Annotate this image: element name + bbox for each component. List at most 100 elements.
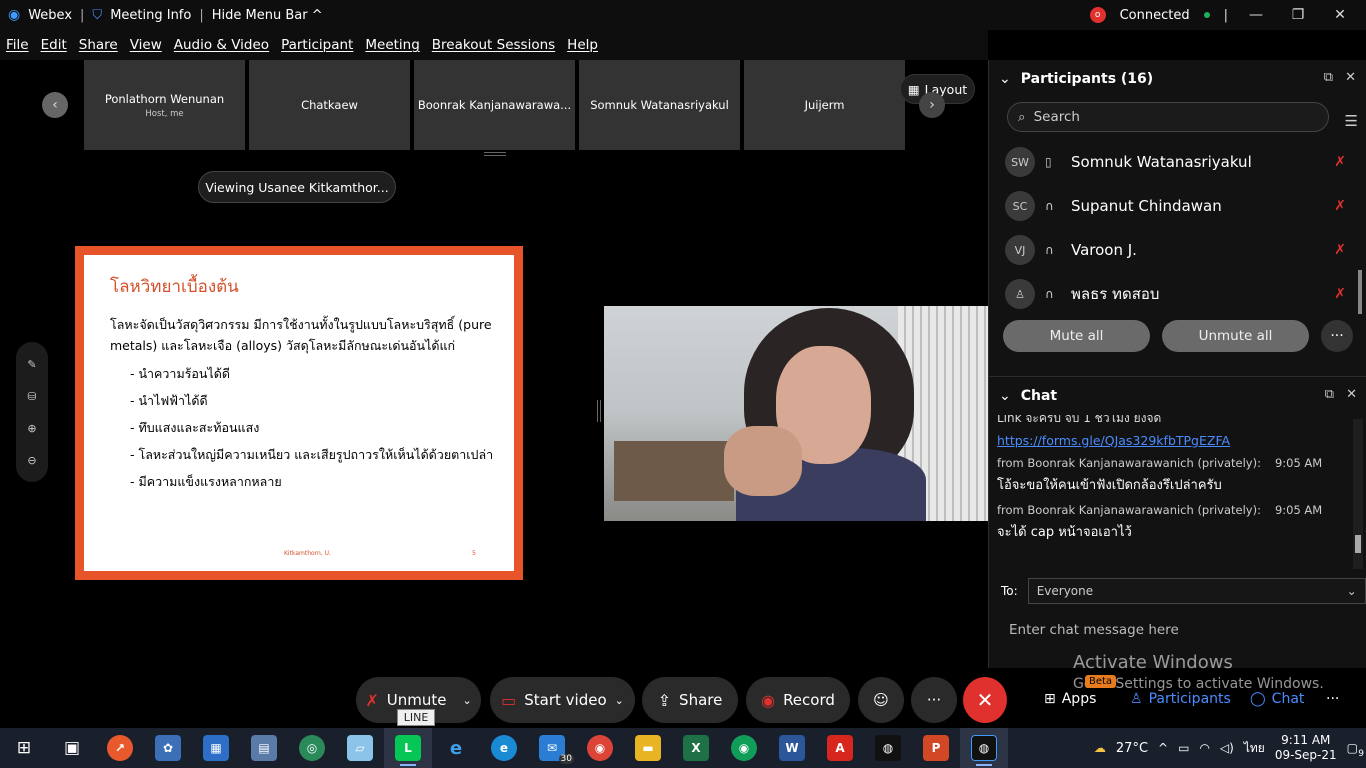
excel-icon[interactable]: X <box>672 728 720 768</box>
start-icon[interactable]: ⊞ <box>0 728 48 768</box>
battery-icon[interactable]: ▭ <box>1178 741 1189 755</box>
slide-bullets: - นำความร้อนได้ดี - นำไฟฟ้าได้ดี - ทึบแส… <box>130 360 498 495</box>
hide-menu-bar-button[interactable]: Hide Menu Bar ^ <box>212 8 323 23</box>
line-icon[interactable]: L <box>384 728 432 768</box>
powerpoint-icon[interactable]: P <box>912 728 960 768</box>
slide-bullet: - นำไฟฟ้าได้ดี <box>130 393 208 408</box>
chat-message: จะได้ cap หน้าจอเอาไว้ <box>997 525 1132 540</box>
meeting-info-button[interactable]: Meeting Info <box>110 8 191 23</box>
menu-view[interactable]: View <box>130 37 162 53</box>
calculator-icon[interactable]: ▤ <box>240 728 288 768</box>
task-view-icon[interactable]: ▣ <box>48 728 96 768</box>
sort-icon[interactable]: ☰ <box>1345 112 1358 130</box>
mic-muted-icon[interactable]: ✗ <box>1334 154 1346 170</box>
participant-thumbnail[interactable]: Chatkaew <box>249 60 410 150</box>
minimize-icon[interactable]: — <box>1242 7 1270 23</box>
menu-audio-video[interactable]: Audio & Video <box>174 37 269 53</box>
record-button[interactable]: ◉ Record <box>746 677 850 723</box>
collapse-icon[interactable]: ⌄ <box>999 71 1011 87</box>
recipient-select[interactable]: Everyone ⌄ <box>1027 578 1366 604</box>
notification-icon[interactable]: ▢ 9 <box>1347 741 1364 759</box>
close-icon[interactable]: ✕ <box>1346 387 1357 402</box>
chevron-down-icon[interactable]: ⌄ <box>615 694 624 707</box>
apps-button[interactable]: ⊞ Apps <box>1044 683 1096 715</box>
word-icon[interactable]: W <box>768 728 816 768</box>
menu-breakout-sessions[interactable]: Breakout Sessions <box>432 37 555 53</box>
chat-scrollbar[interactable] <box>1353 419 1363 569</box>
collapse-icon[interactable]: ⌄ <box>999 388 1011 404</box>
menu-help[interactable]: Help <box>567 37 598 53</box>
reactions-button[interactable]: ☺ <box>858 677 904 723</box>
list-item[interactable]: SW ▯ Somnuk Watanasriyakul ✗ <box>989 140 1366 184</box>
more-icon[interactable]: ··· <box>1321 320 1353 352</box>
thumbnail-next-button[interactable]: › <box>919 92 945 118</box>
chevron-down-icon[interactable]: ⌄ <box>462 694 471 707</box>
popout-icon[interactable]: ⧉ <box>1324 70 1333 85</box>
leave-meeting-button[interactable]: ✕ <box>963 677 1007 723</box>
internet-explorer-icon[interactable]: e <box>432 728 480 768</box>
share-button[interactable]: ⇪ Share <box>642 677 738 723</box>
chat-link[interactable]: https://forms.gle/QJas329kfbTPgEZFA <box>997 433 1352 448</box>
more-icon[interactable]: ··· <box>1326 683 1339 715</box>
notes-icon[interactable]: ▱ <box>336 728 384 768</box>
list-item[interactable]: ♙ ∩ พลธร ทดสอบ ✗ <box>989 272 1366 316</box>
resize-grip[interactable] <box>484 152 506 156</box>
clock[interactable]: 9:11 AM 09-Sep-21 <box>1275 733 1337 763</box>
mic-muted-icon[interactable]: ✗ <box>1334 198 1346 214</box>
viewing-pill[interactable]: Viewing Usanee Kitkamthor... <box>198 171 396 203</box>
acrobat-icon[interactable]: A <box>816 728 864 768</box>
unmute-all-button[interactable]: Unmute all <box>1162 320 1309 352</box>
participant-thumbnail[interactable]: Boonrak Kanjanawarawa... <box>414 60 575 150</box>
popout-icon[interactable]: ⧉ <box>1325 387 1334 402</box>
chat-recipient-row: To: Everyone ⌄ <box>1001 578 1366 604</box>
menu-meeting[interactable]: Meeting <box>365 37 419 53</box>
mic-muted-icon[interactable]: ✗ <box>1334 286 1346 302</box>
chat-button[interactable]: ◯ Chat <box>1250 683 1304 715</box>
zoom-out-icon[interactable]: ⊖ <box>27 454 36 467</box>
app-icon-1[interactable]: ↗ <box>96 728 144 768</box>
mail-icon[interactable]: ✉ 30 <box>528 728 576 768</box>
menu-participant[interactable]: Participant <box>281 37 353 53</box>
mic-muted-icon: ✗ <box>365 690 379 710</box>
annotate-pen-icon[interactable]: ✎ <box>27 358 36 371</box>
thumbnail-prev-button[interactable]: ‹ <box>42 92 68 118</box>
weather-icon[interactable]: ☁ <box>1094 741 1106 755</box>
more-options-button[interactable]: ··· <box>911 677 957 723</box>
close-icon[interactable]: ✕ <box>1326 7 1354 23</box>
participants-button[interactable]: ♙ Participants <box>1130 683 1231 715</box>
chrome-icon[interactable]: ◉ <box>720 728 768 768</box>
restore-icon[interactable]: ❐ <box>1284 7 1312 23</box>
webex-meeting-icon[interactable]: ◍ <box>960 728 1008 768</box>
participants-scrollbar[interactable] <box>1358 270 1362 314</box>
start-video-button[interactable]: ▭ Start video ⌄ <box>490 677 635 723</box>
mic-muted-icon[interactable]: ✗ <box>1334 242 1346 258</box>
menu-edit[interactable]: Edit <box>41 37 67 53</box>
participant-thumbnail[interactable]: Juijerm <box>744 60 905 150</box>
folder-icon[interactable]: ▬ <box>624 728 672 768</box>
remote-control-icon[interactable]: ⛁ <box>27 390 36 403</box>
edge-icon[interactable]: e <box>480 728 528 768</box>
language-indicator[interactable]: ไทย <box>1244 739 1265 758</box>
paint-icon[interactable]: ✿ <box>144 728 192 768</box>
menu-share[interactable]: Share <box>79 37 118 53</box>
chevron-up-icon[interactable]: ^ <box>1158 741 1168 755</box>
split-handle[interactable] <box>597 400 601 422</box>
participant-search-input[interactable]: ⌕ Search <box>1007 102 1329 132</box>
list-item[interactable]: VJ ∩ Varoon J. ✗ <box>989 228 1366 272</box>
mute-all-button[interactable]: Mute all <box>1003 320 1150 352</box>
participant-thumbnail[interactable]: Somnuk Watanasriyakul <box>579 60 740 150</box>
participant-thumbnail[interactable]: Ponlathorn Wenunan Host, me <box>84 60 245 150</box>
chrome-icon[interactable]: ◉ <box>576 728 624 768</box>
temperature[interactable]: 27°C <box>1116 741 1148 756</box>
menu-file[interactable]: File <box>6 37 29 53</box>
volume-icon[interactable]: ◁) <box>1220 741 1234 755</box>
zoom-in-icon[interactable]: ⊕ <box>27 422 36 435</box>
chat-input[interactable]: Enter chat message here <box>1009 622 1179 638</box>
list-item[interactable]: SC ∩ Supanut Chindawan ✗ <box>989 184 1366 228</box>
phone-icon: ▯ <box>1045 155 1052 169</box>
wifi-icon[interactable]: ◠ <box>1199 741 1209 755</box>
network-icon[interactable]: ◎ <box>288 728 336 768</box>
calendar-icon[interactable]: ▦ <box>192 728 240 768</box>
webex-icon[interactable]: ◍ <box>864 728 912 768</box>
close-icon[interactable]: ✕ <box>1345 70 1356 85</box>
